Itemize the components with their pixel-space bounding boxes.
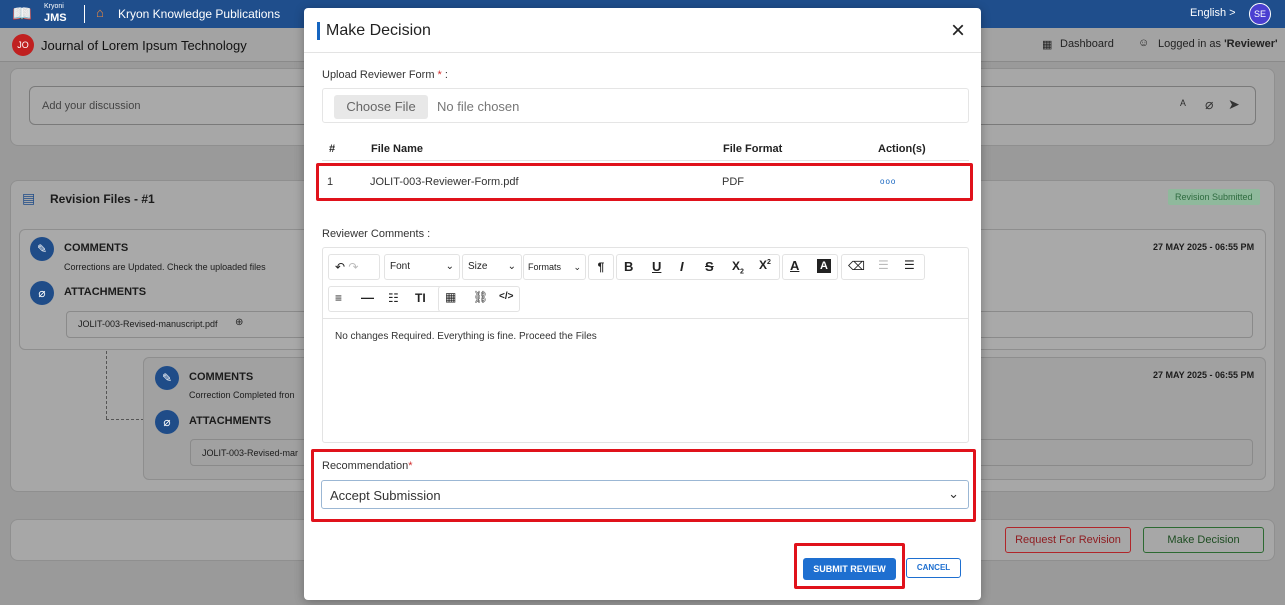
publisher-name[interactable]: Kryon Knowledge Publications — [118, 7, 280, 21]
table-header-filename: File Name — [371, 143, 423, 155]
comment-text: Corrections are Updated. Check the uploa… — [64, 262, 266, 272]
comments-heading-2: COMMENTS — [189, 371, 254, 383]
thread-connector — [106, 351, 107, 419]
font-dropdown[interactable]: Font ⌄ — [384, 254, 460, 280]
close-icon[interactable]: × — [947, 19, 969, 43]
underline-icon[interactable]: U — [652, 259, 661, 274]
thread-connector-h — [106, 419, 144, 420]
language-selector[interactable]: English > — [1190, 7, 1236, 19]
status-badge: Revision Submitted — [1168, 189, 1260, 205]
table-header-num: # — [329, 143, 336, 155]
attachments-heading-2: ATTACHMENTS — [189, 415, 272, 427]
dashboard-link[interactable]: Dashboard — [1060, 38, 1114, 50]
user-avatar[interactable]: SE — [1249, 3, 1271, 25]
size-dropdown[interactable]: Size ⌄ — [462, 254, 522, 280]
attachment-icon: ⌀ — [30, 281, 54, 305]
header-divider — [304, 52, 981, 53]
choose-file-button[interactable]: Choose File — [334, 95, 428, 119]
upload-label-text: Upload Reviewer Form — [322, 69, 435, 81]
table-header-format: File Format — [723, 143, 783, 155]
spellcheck-icon[interactable]: ᴬ — [1180, 97, 1186, 112]
attachments-heading: ATTACHMENTS — [64, 286, 147, 298]
make-decision-modal: Make Decision × Upload Reviewer Form * :… — [304, 8, 981, 600]
logo-text: JMS — [44, 12, 67, 24]
table-icon[interactable]: ▦ — [445, 290, 456, 304]
line-height-icon[interactable]: TI — [415, 291, 426, 305]
attachment-filename: JOLIT-003-Revised-manuscript.pdf — [78, 319, 218, 329]
recommendation-label: Recommendation* — [322, 460, 413, 472]
recommendation-select[interactable]: Accept Submission ⌄ — [321, 480, 969, 509]
comment-text-2: Correction Completed fron — [189, 390, 295, 400]
journal-badge: JO — [12, 34, 34, 56]
comment-editor-area[interactable]: No changes Required. Everything is fine.… — [323, 318, 968, 432]
formats-dropdown[interactable]: Formats ⌄ — [523, 254, 586, 280]
modal-title: Make Decision — [317, 22, 431, 40]
code-view-icon[interactable]: </> — [499, 291, 513, 302]
subscript-icon[interactable]: X2 — [732, 259, 744, 275]
comment-icon-2: ✎ — [155, 366, 179, 390]
dashboard-icon[interactable]: ▦ — [1042, 38, 1052, 51]
logged-role: 'Reviewer' — [1224, 38, 1278, 50]
recommendation-value: Accept Submission — [330, 488, 441, 503]
row-actions-menu-icon[interactable]: ooo — [880, 177, 896, 186]
indent-icon[interactable]: ☰ — [904, 258, 915, 272]
attach-icon[interactable]: ⌀ — [1205, 96, 1213, 113]
bold-icon[interactable]: B — [624, 259, 633, 274]
journal-title: Journal of Lorem Ipsum Technology — [41, 38, 247, 53]
download-icon[interactable]: ⊕ — [235, 317, 243, 328]
size-label: Size — [468, 261, 488, 272]
highlight-color-icon[interactable]: A — [817, 259, 831, 273]
font-label: Font — [390, 261, 411, 272]
no-file-chosen-text: No file chosen — [437, 99, 520, 114]
user-icon: ☺ — [1138, 37, 1150, 49]
formats-label: Formats — [528, 262, 562, 272]
reviewer-comments-label: Reviewer Comments : — [322, 228, 431, 240]
text-style-group — [616, 254, 780, 280]
outdent-icon[interactable]: ☰ — [878, 258, 889, 272]
strikethrough-icon[interactable]: S — [705, 259, 714, 274]
eraser-icon[interactable]: ⌫ — [848, 259, 865, 273]
logged-in-text: Logged in as 'Reviewer' — [1158, 38, 1278, 50]
paragraph-icon[interactable]: ¶ — [588, 254, 614, 280]
logged-prefix: Logged in as — [1158, 38, 1225, 50]
logo-small: Kryoni — [44, 3, 64, 10]
attachment-filename-2: JOLIT-003-Revised-mar — [202, 448, 299, 458]
file-upload-input[interactable]: Choose File No file chosen — [322, 88, 969, 123]
font-color-icon[interactable]: A — [790, 258, 799, 273]
home-icon[interactable]: ⌂ — [96, 5, 104, 20]
recommendation-label-text: Recommendation — [322, 460, 409, 472]
horizontal-rule-icon[interactable]: — — [361, 290, 374, 305]
comment-date-2: 27 MAY 2025 - 06:55 PM — [1153, 370, 1255, 380]
attachment-icon-2: ⌀ — [155, 410, 179, 434]
upload-label: Upload Reviewer Form * : — [322, 69, 448, 81]
comments-heading: COMMENTS — [64, 242, 129, 254]
chevron-down-icon: ⌄ — [948, 486, 959, 501]
align-left-icon[interactable]: ≡ — [335, 291, 342, 305]
table-divider — [322, 160, 969, 161]
cancel-button[interactable]: CANCEL — [906, 558, 961, 578]
comment-date: 27 MAY 2025 - 06:55 PM — [1153, 242, 1255, 252]
discussion-placeholder: Add your discussion — [42, 100, 141, 112]
make-decision-button[interactable]: Make Decision — [1143, 527, 1264, 553]
upload-label-colon: : — [441, 69, 448, 81]
submit-review-button[interactable]: SUBMIT REVIEW — [803, 558, 896, 580]
send-icon[interactable]: ➤ — [1228, 96, 1240, 113]
rich-text-editor: ↶ ↷ Font ⌄ Size ⌄ Formats ⌄ ¶ B U I S X2 X2… — [322, 247, 969, 443]
revision-icon: ▤ — [22, 190, 36, 206]
request-revision-button[interactable]: Request For Revision — [1005, 527, 1131, 553]
table-row-filename: JOLIT-003-Reviewer-Form.pdf — [370, 176, 519, 188]
book-logo-icon: 📖 — [12, 6, 32, 23]
undo-icon[interactable]: ↶ ↷ — [328, 254, 380, 280]
superscript-icon[interactable]: X2 — [759, 258, 771, 272]
italic-icon[interactable]: I — [680, 259, 684, 274]
table-header-actions: Action(s) — [878, 143, 926, 155]
revision-title: Revision Files - #1 — [50, 192, 155, 206]
list-icon[interactable]: ☷ — [388, 291, 399, 305]
table-row-num: 1 — [327, 176, 334, 188]
table-row-format: PDF — [722, 176, 744, 188]
link-icon[interactable]: ⛓ — [473, 290, 488, 304]
recommendation-required-mark: * — [408, 460, 413, 472]
comment-icon: ✎ — [30, 237, 54, 261]
divider — [84, 5, 85, 23]
